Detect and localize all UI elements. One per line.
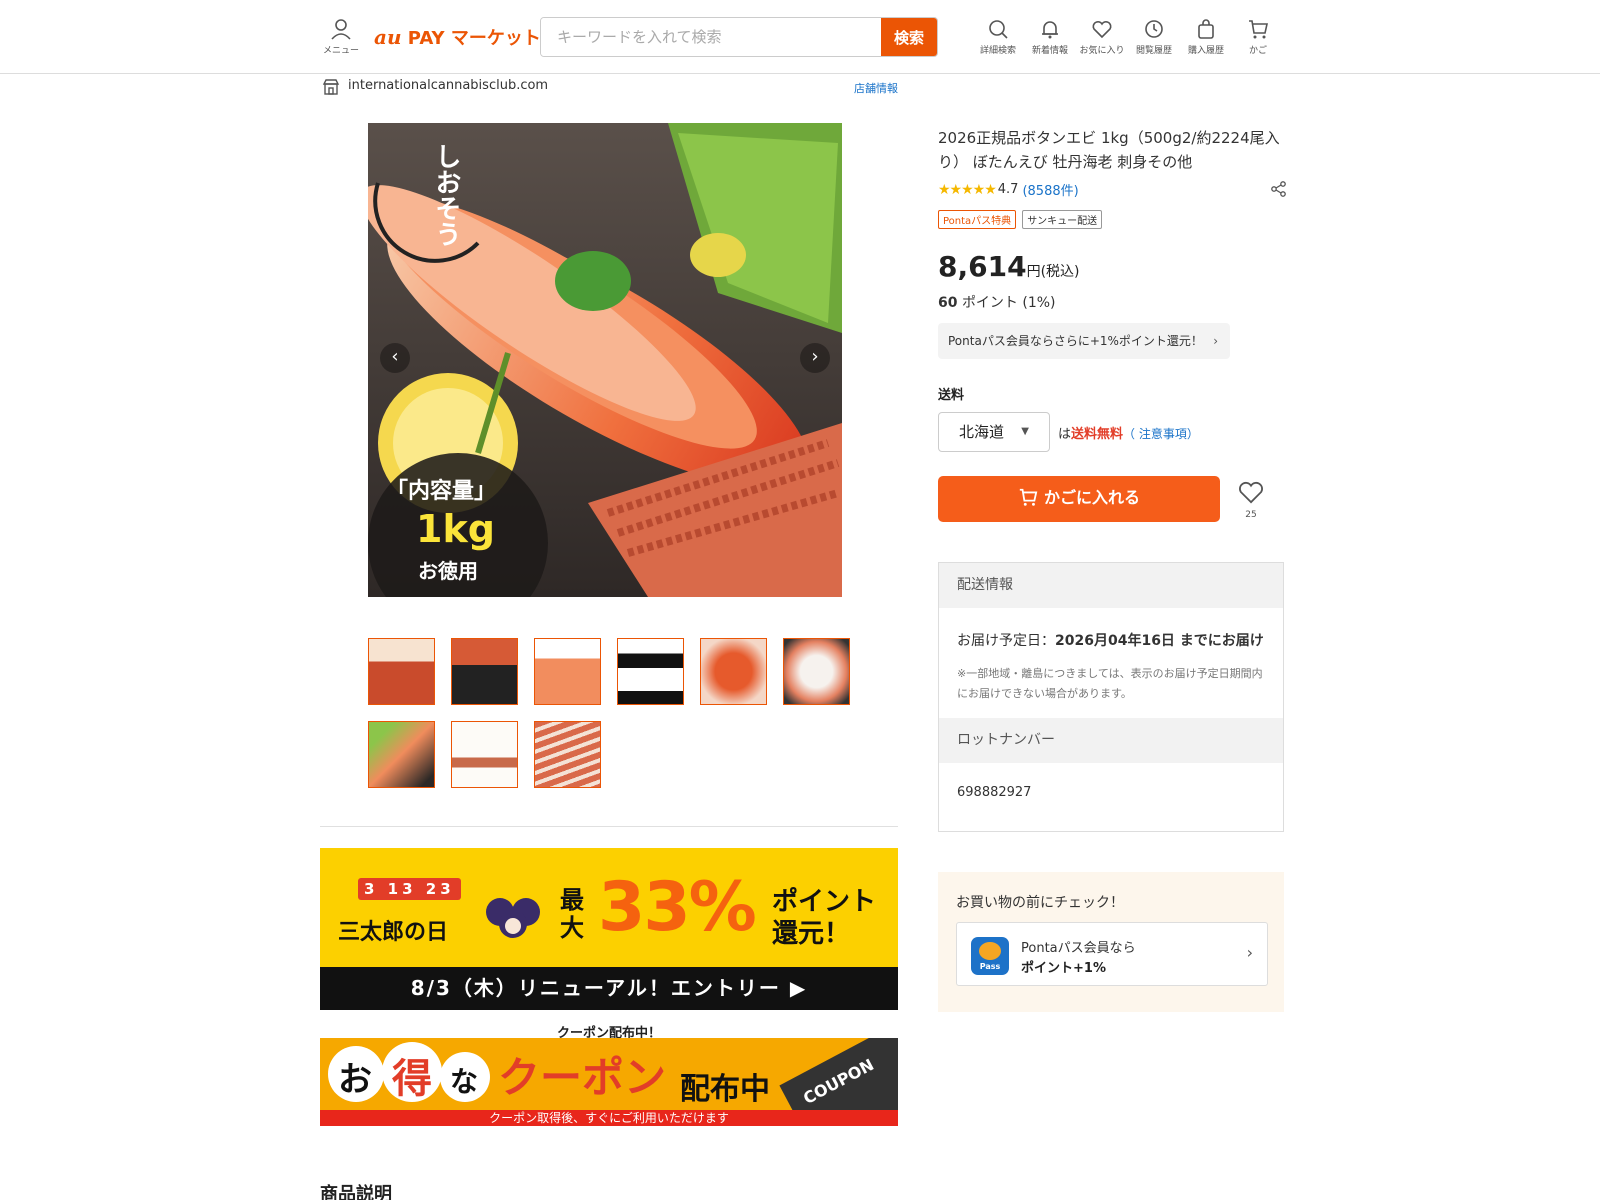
advanced-search-button[interactable]: 詳細検索 — [972, 18, 1024, 56]
coupon-char3: な — [450, 1065, 479, 1098]
thumbnail[interactable] — [783, 638, 850, 705]
news-button[interactable]: 新着情報 — [1024, 18, 1076, 56]
review-count-link[interactable]: (8588件) — [1022, 180, 1078, 199]
overlay-weight: 1kg — [416, 507, 495, 551]
share-icon[interactable] — [1270, 180, 1288, 198]
thumbnail[interactable] — [534, 721, 601, 788]
check-line2: ポイント+1% — [1021, 961, 1106, 976]
badge-row: Pontaパス特典 サンキュー配送 — [938, 210, 1103, 229]
history-icon — [1145, 20, 1163, 38]
search-button[interactable]: 検索 — [881, 18, 937, 56]
ponta-pass-icon: Pass — [971, 937, 1009, 975]
overlay-brand: しおそう — [431, 143, 461, 247]
thumbnail[interactable] — [700, 638, 767, 705]
price: 8,614円(税込) — [938, 250, 1080, 283]
caret-down-icon: ▼ — [1021, 426, 1029, 437]
cart-button[interactable]: かご — [1232, 18, 1284, 56]
thumbnail[interactable] — [368, 638, 435, 705]
add-to-cart-button[interactable]: かごに入れる — [938, 476, 1220, 522]
favorite-count: 25 — [1245, 510, 1257, 520]
coupon-word: クーポン — [498, 1053, 667, 1102]
shop-name[interactable]: internationalcannabisclub.com — [348, 78, 548, 93]
site-logo[interactable]: au PAY マーケット — [374, 24, 541, 50]
favorites-button[interactable]: お気に入り — [1076, 18, 1128, 56]
search-icon — [989, 20, 1008, 39]
region-select[interactable]: 北海道 ▼ — [938, 412, 1050, 452]
coupon-distrib: 配布中 — [680, 1072, 770, 1107]
section-divider — [320, 826, 898, 827]
delivery-date: お届け予定日：2026月04年16日 までにお届け — [957, 633, 1264, 649]
store-icon — [322, 79, 340, 95]
ponta-promo-link[interactable]: Pontaパス会員ならさらに+1%ポイント還元！ › — [938, 323, 1230, 359]
delivery-header: 配送情報 — [939, 563, 1283, 608]
history-button[interactable]: 閲覧履歴 — [1128, 18, 1180, 56]
thumbnail[interactable] — [451, 721, 518, 788]
rating-value: 4.7 — [997, 182, 1019, 197]
delivery-note: ※一部地域・離島につきましては、表示のお届け予定日期間内にお届けできない場合があ… — [957, 667, 1263, 700]
banner-point: ポイント還元！ — [772, 887, 877, 949]
site-header: メニュー au PAY マーケット 検索 詳細検索 新着情報 お気に入り 閲覧履… — [0, 0, 1600, 74]
search-bar: 検索 — [540, 17, 938, 57]
coupon-char2: 得 — [392, 1056, 432, 1102]
thumbnail[interactable] — [451, 638, 518, 705]
heart-icon — [1239, 481, 1263, 504]
cart-icon — [1249, 20, 1268, 39]
search-input[interactable] — [541, 18, 881, 56]
shop-bar: internationalcannabisclub.com 店舗情報 — [322, 78, 898, 98]
thumbnail[interactable] — [534, 638, 601, 705]
mascot-icon — [486, 898, 540, 938]
chevron-right-icon: › — [1213, 334, 1218, 348]
check-line1: Pontaパス会員なら — [1021, 941, 1136, 956]
overlay-label: 「内容量」 — [386, 478, 497, 504]
menu-label: メニュー — [322, 46, 359, 56]
overlay-sub: お徳用 — [418, 559, 478, 583]
check-title: お買い物の前にチェック！ — [956, 895, 1124, 911]
chevron-right-icon: › — [1246, 943, 1253, 962]
main-product-image[interactable]: しおそう 「内容量」 1kg お徳用 ‹ › — [368, 123, 842, 597]
lot-header: ロットナンバー — [939, 718, 1283, 763]
pre-purchase-check: お買い物の前にチェック！ Pass Pontaパス会員なら ポイント+1% › — [938, 872, 1284, 1012]
banner-entry: 8/3（木）リニューアル！エントリー ▶ — [320, 967, 898, 1010]
coupon-banner[interactable]: お 得 な クーポン 配布中 COUPON クーポン取得後、すぐにご利用いただけ… — [320, 1038, 898, 1126]
lot-number: 698882927 — [957, 785, 1032, 800]
bell-icon — [1042, 21, 1058, 39]
banner-max: 最大 — [560, 886, 584, 942]
bag-icon — [1198, 19, 1214, 39]
favorite-button[interactable]: 25 — [1236, 478, 1266, 520]
coupon-char1: お — [338, 1060, 372, 1100]
points: 60 ポイント (1%) — [938, 295, 1056, 311]
heart-icon — [1092, 20, 1112, 39]
description-title: 商品説明 — [320, 1184, 392, 1200]
santaro-banner[interactable]: 3 13 23 三太郎の日 最大 33% ポイント還元！ 8/3（木）リニューア… — [320, 848, 898, 1010]
coupon-strip: クーポン取得後、すぐにご利用いただけます — [320, 1110, 898, 1126]
ponta-badge: Pontaパス特典 — [938, 210, 1017, 229]
notice-link[interactable]: （ 注意事項） — [1123, 427, 1199, 441]
thumbnail[interactable] — [368, 721, 435, 788]
product-title: 2026正規品ボタンエビ 1kg（500g2/約2224尾入り） ぼたんえび 牡… — [938, 129, 1280, 171]
cart-icon — [1019, 488, 1038, 506]
shop-info-link[interactable]: 店舗情報 — [854, 80, 898, 96]
rating-row: ★★★★★ 4.7 (8588件) — [938, 180, 1079, 200]
banner-dates: 3 13 23 — [358, 878, 461, 900]
ponta-pass-card[interactable]: Pass Pontaパス会員なら ポイント+1% › — [956, 922, 1268, 986]
banner-percent: 33% — [598, 868, 757, 947]
thanks-shipping-badge: サンキュー配送 — [1022, 210, 1103, 229]
thumbnail[interactable] — [617, 638, 684, 705]
purchase-history-button[interactable]: 購入履歴 — [1180, 18, 1232, 56]
rating-stars: ★★★★★ — [938, 181, 997, 198]
prev-image-button[interactable]: ‹ — [380, 343, 410, 373]
user-icon — [331, 19, 351, 40]
banner-title: 三太郎の日 — [338, 920, 449, 945]
free-shipping-text: は送料無料（ 注意事項） — [1058, 427, 1199, 442]
shipping-label: 送料 — [938, 388, 965, 403]
next-image-button[interactable]: › — [800, 343, 830, 373]
menu-button[interactable]: メニュー — [318, 18, 364, 56]
delivery-info: 配送情報 お届け予定日：2026月04年16日 までにお届け ※一部地域・離島に… — [938, 562, 1284, 832]
